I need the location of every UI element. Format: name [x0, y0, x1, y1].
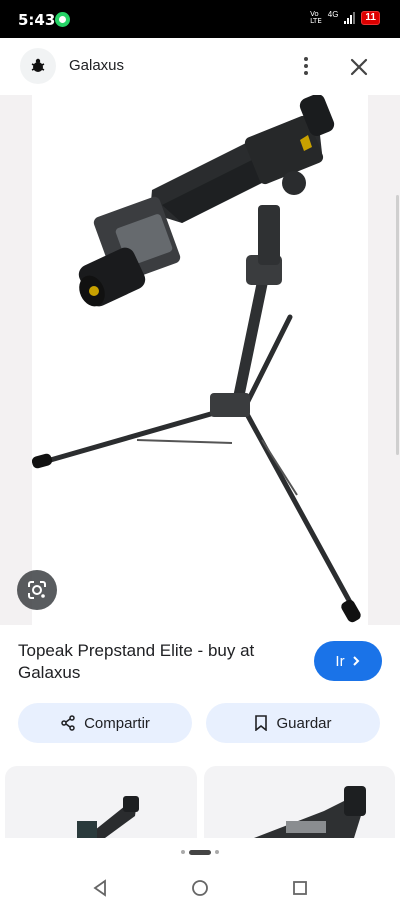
visit-button[interactable]: Ir	[314, 641, 382, 681]
bookmark-icon	[255, 715, 268, 731]
product-image-area[interactable]	[0, 94, 400, 625]
google-lens-button[interactable]	[17, 570, 57, 610]
home-icon[interactable]	[188, 876, 212, 900]
network-type: 4G	[327, 9, 339, 19]
share-button-label: Compartir	[84, 714, 150, 732]
system-navigation-bar	[0, 866, 400, 911]
chevron-right-icon	[352, 656, 359, 666]
save-button-label: Guardar	[276, 714, 332, 732]
related-image-thumbnail	[254, 786, 366, 838]
share-button[interactable]: Compartir	[18, 703, 192, 743]
result-title[interactable]: Topeak Prepstand Elite - buy at Galaxus	[18, 640, 298, 684]
battery-indicator: 11	[361, 11, 380, 25]
bike-repair-stand-illustration	[31, 94, 361, 623]
related-image-card[interactable]	[204, 766, 395, 838]
status-indicators: Vo LTE 4G 11	[310, 9, 380, 25]
lens-icon	[28, 581, 46, 599]
status-time: 5:43	[18, 11, 56, 29]
related-image-card[interactable]	[5, 766, 197, 838]
more-vert-icon[interactable]	[296, 52, 316, 80]
scrollbar-thumb[interactable]	[396, 195, 399, 455]
status-bar: 5:43 Vo LTE 4G 11	[0, 0, 400, 38]
share-icon	[61, 715, 75, 731]
visit-button-label: Ir	[335, 652, 345, 670]
volte-indicator: Vo LTE	[310, 10, 322, 25]
back-icon[interactable]	[88, 876, 112, 900]
source-header: Galaxus	[0, 38, 400, 95]
close-icon[interactable]	[346, 54, 372, 80]
carousel-pager	[0, 846, 400, 858]
signal-icon	[344, 12, 356, 24]
save-button[interactable]: Guardar	[206, 703, 380, 743]
recents-icon[interactable]	[288, 876, 312, 900]
pager-dot-active	[189, 849, 211, 855]
galaxus-logo-icon[interactable]	[20, 48, 56, 84]
site-name[interactable]: Galaxus	[69, 57, 124, 74]
pager-dot	[181, 850, 185, 854]
pager-dot	[215, 850, 219, 854]
related-image-thumbnail	[77, 796, 139, 838]
product-image[interactable]	[31, 94, 368, 625]
whatsapp-notification-icon	[55, 12, 70, 27]
